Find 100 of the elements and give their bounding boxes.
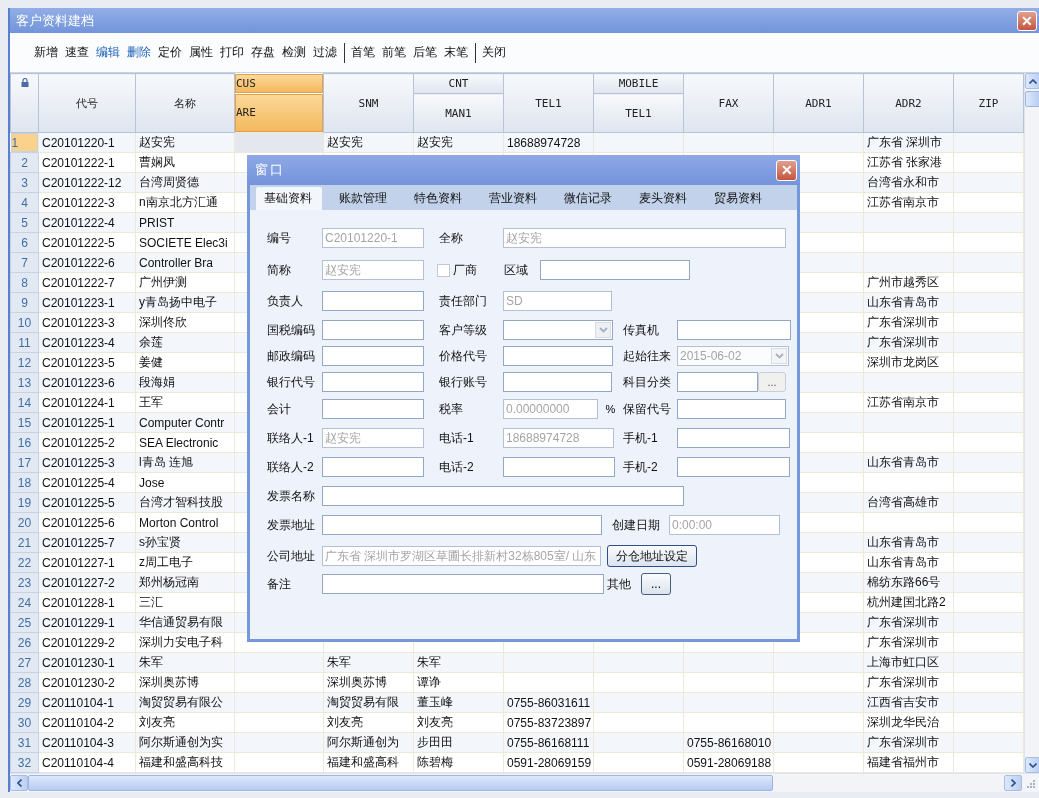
horizontal-scrollbar[interactable] bbox=[10, 773, 1039, 792]
toolbar-button[interactable]: 后笔 bbox=[411, 44, 439, 61]
input-field[interactable] bbox=[503, 372, 612, 392]
column-header[interactable]: SNM bbox=[323, 73, 414, 133]
input-field[interactable] bbox=[540, 260, 690, 280]
toolbar-button[interactable]: 首笔 bbox=[349, 44, 377, 61]
input-field[interactable] bbox=[322, 515, 602, 535]
toolbar-button[interactable]: 末笔 bbox=[442, 44, 470, 61]
form-button[interactable]: 分仓地址设定 bbox=[607, 545, 697, 567]
row-number-cell[interactable]: 25 bbox=[10, 612, 39, 633]
table-row[interactable]: 29 C20110104-1 淘贸贸易有限公 淘贸贸易有限 董玉峰 0755-86031611 江西省吉安市 bbox=[10, 692, 1024, 713]
input-field[interactable] bbox=[677, 372, 758, 392]
row-number-cell[interactable]: 4 bbox=[10, 192, 39, 213]
scroll-down-button[interactable] bbox=[1025, 757, 1039, 773]
scroll-thumb[interactable] bbox=[1025, 91, 1039, 107]
input-field[interactable] bbox=[322, 320, 424, 340]
toolbar-button[interactable]: 检测 bbox=[280, 44, 308, 61]
input-field[interactable] bbox=[322, 574, 604, 594]
dropdown-field[interactable] bbox=[503, 320, 613, 340]
column-header[interactable]: 代号 bbox=[38, 73, 136, 133]
table-row[interactable]: 27 C20101230-1 朱军 朱军 朱军 上海市虹口区 bbox=[10, 652, 1024, 673]
input-field[interactable] bbox=[322, 372, 424, 392]
row-number-cell[interactable]: 7 bbox=[10, 252, 39, 273]
column-header[interactable]: ADR2 bbox=[863, 73, 954, 133]
input-field[interactable] bbox=[677, 428, 790, 448]
row-number-cell[interactable]: 5 bbox=[10, 212, 39, 233]
input-field[interactable] bbox=[322, 346, 424, 366]
vertical-scrollbar[interactable] bbox=[1024, 73, 1039, 773]
table-row[interactable]: 1 C20101220-1 赵安宪 赵安宪 赵安宪 18688974728 广东省 深圳市 bbox=[10, 132, 1024, 153]
row-number-cell[interactable]: 17 bbox=[10, 452, 39, 473]
toolbar-button[interactable]: 速查 bbox=[63, 44, 91, 61]
toolbar-button[interactable]: 属性 bbox=[187, 44, 215, 61]
row-number-cell[interactable]: 3 bbox=[10, 172, 39, 193]
row-number-cell[interactable]: 13 bbox=[10, 372, 39, 393]
row-number-cell[interactable]: 26 bbox=[10, 632, 39, 653]
row-number-cell[interactable]: 30 bbox=[10, 712, 39, 733]
row-number-cell[interactable]: 9 bbox=[10, 292, 39, 313]
column-header[interactable]: MAN1 bbox=[413, 93, 504, 133]
input-field[interactable] bbox=[677, 320, 791, 340]
table-row[interactable]: 32 C20110104-4 福建和盛高科技 福建和盛高科 陈碧梅 0591-28069159 0591-28069188 福建省福州市 bbox=[10, 752, 1024, 773]
toolbar-button[interactable]: 定价 bbox=[156, 44, 184, 61]
row-number-cell[interactable]: 32 bbox=[10, 752, 39, 773]
scroll-left-button[interactable] bbox=[10, 775, 28, 791]
row-number-cell[interactable]: 21 bbox=[10, 532, 39, 553]
row-number-cell[interactable]: 19 bbox=[10, 492, 39, 513]
checkbox[interactable] bbox=[437, 263, 450, 277]
row-number-cell[interactable]: 15 bbox=[10, 412, 39, 433]
scroll-right-button[interactable] bbox=[1004, 775, 1022, 791]
row-number-cell[interactable]: 10 bbox=[10, 312, 39, 333]
row-number-cell[interactable]: 1 bbox=[10, 133, 38, 152]
column-group-header[interactable]: CUS bbox=[235, 73, 323, 93]
table-row[interactable]: 30 C20110104-2 刘友亮 刘友亮 刘友亮 0755-83723897 深圳龙华民治 bbox=[10, 712, 1024, 733]
input-field[interactable] bbox=[677, 457, 790, 477]
toolbar-button[interactable]: 新增 bbox=[32, 44, 60, 61]
toolbar-button[interactable]: 过滤 bbox=[311, 44, 339, 61]
toolbar-button[interactable]: 编辑 bbox=[94, 44, 122, 61]
row-number-cell[interactable]: 2 bbox=[10, 152, 39, 173]
row-number-cell[interactable]: 24 bbox=[10, 592, 39, 613]
row-number-cell[interactable]: 28 bbox=[10, 672, 39, 693]
row-number-cell[interactable]: 14 bbox=[10, 392, 39, 413]
toolbar-button[interactable]: 前笔 bbox=[380, 44, 408, 61]
input-field[interactable] bbox=[503, 457, 615, 477]
column-header[interactable]: ZIP bbox=[953, 73, 1024, 133]
row-number-cell[interactable]: 18 bbox=[10, 472, 39, 493]
table-row[interactable]: 28 C20101230-2 深圳奥苏博 深圳奥苏博 谭诤 广东省深圳市 bbox=[10, 672, 1024, 693]
scroll-thumb[interactable] bbox=[28, 775, 773, 791]
input-field[interactable] bbox=[322, 291, 424, 311]
column-header[interactable]: 名称 bbox=[135, 73, 235, 133]
toolbar-button[interactable]: 删除 bbox=[125, 44, 153, 61]
row-number-cell[interactable]: 23 bbox=[10, 572, 39, 593]
row-number-cell[interactable]: 16 bbox=[10, 432, 39, 453]
table-row[interactable]: 31 C20110104-3 阿尔斯通创为实 阿尔斯通创为 步田田 0755-86168111 0755-86168010 广东省深圳市 bbox=[10, 732, 1024, 753]
row-number-cell[interactable]: 12 bbox=[10, 352, 39, 373]
row-number-cell[interactable]: 11 bbox=[10, 332, 39, 353]
toolbar-button[interactable]: 打印 bbox=[218, 44, 246, 61]
row-number-cell[interactable]: 20 bbox=[10, 512, 39, 533]
input-field[interactable] bbox=[503, 346, 613, 366]
row-number-cell[interactable]: 31 bbox=[10, 732, 39, 753]
scroll-up-button[interactable] bbox=[1025, 73, 1039, 89]
column-group-header[interactable]: CNT bbox=[413, 73, 504, 94]
column-group-header[interactable]: MOBILE bbox=[593, 73, 684, 94]
input-field[interactable] bbox=[322, 486, 684, 506]
toolbar-button[interactable]: 关闭 bbox=[480, 44, 508, 61]
column-header[interactable]: ARE bbox=[235, 93, 323, 132]
input-field[interactable] bbox=[677, 399, 786, 419]
tab[interactable]: 基础资料 bbox=[256, 187, 322, 210]
column-header[interactable]: ADR1 bbox=[773, 73, 864, 133]
column-header[interactable]: FAX bbox=[683, 73, 774, 133]
row-number-cell[interactable]: 6 bbox=[10, 232, 39, 253]
column-header[interactable]: TEL1 bbox=[503, 73, 594, 133]
row-number-cell[interactable]: 8 bbox=[10, 272, 39, 293]
current-cell[interactable] bbox=[234, 132, 324, 153]
row-number-cell[interactable]: 22 bbox=[10, 552, 39, 573]
input-field[interactable] bbox=[322, 399, 424, 419]
row-number-cell[interactable]: 27 bbox=[10, 652, 39, 673]
input-field[interactable] bbox=[322, 457, 424, 477]
row-number-cell[interactable]: 29 bbox=[10, 692, 39, 713]
browse-button[interactable]: ... bbox=[758, 372, 786, 392]
column-header[interactable]: TEL1 bbox=[593, 93, 684, 133]
form-button[interactable]: ... bbox=[641, 573, 671, 595]
